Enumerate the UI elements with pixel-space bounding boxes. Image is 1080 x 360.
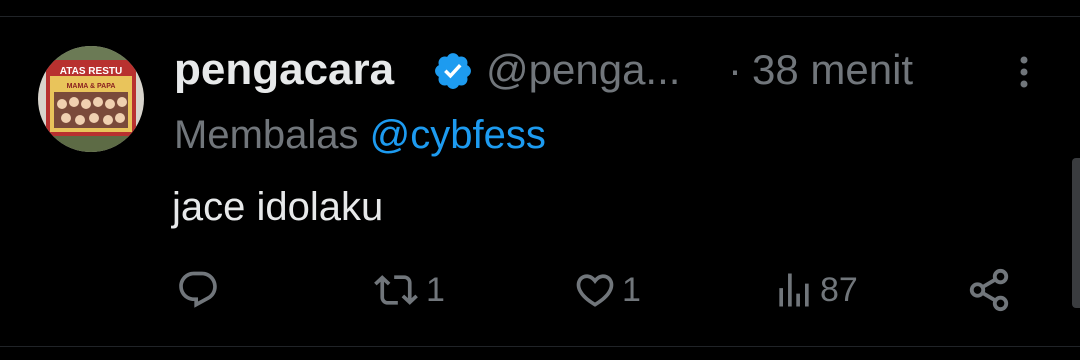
- tweet-header: pengacara @penga... · 38 menit: [174, 44, 1054, 96]
- replying-prefix: Membalas: [174, 113, 359, 157]
- retweet-button[interactable]: 1: [370, 264, 445, 316]
- like-button[interactable]: 1: [572, 264, 641, 316]
- views-button[interactable]: 87: [772, 264, 858, 316]
- avatar-logo-text: ATAS RESTU: [60, 66, 122, 77]
- heart-icon: [576, 274, 614, 307]
- avatar[interactable]: ATAS RESTU MAMA & PAPA: [38, 46, 144, 152]
- avatar-logo-subtext: MAMA & PAPA: [67, 83, 116, 90]
- more-options-icon[interactable]: [1012, 52, 1036, 92]
- reply-icon: [179, 271, 217, 308]
- bottom-divider: [0, 346, 1080, 347]
- display-name[interactable]: pengacara: [174, 44, 394, 96]
- retweet-count: 1: [426, 270, 445, 309]
- reply-button[interactable]: [176, 264, 220, 316]
- scrollbar-thumb[interactable]: [1072, 158, 1080, 308]
- timestamp[interactable]: 38 menit: [752, 44, 913, 96]
- tweet-text: jace idolaku: [172, 185, 384, 229]
- replying-to: Membalas @cybfess: [174, 110, 546, 160]
- handle[interactable]: @penga...: [486, 44, 680, 96]
- separator-dot: ·: [728, 46, 742, 93]
- top-divider: [0, 16, 1080, 17]
- retweet-icon: [374, 275, 418, 305]
- views-icon: [779, 273, 809, 307]
- share-icon: [969, 268, 1009, 312]
- verified-badge-icon: [435, 53, 471, 89]
- replying-mention-link[interactable]: @cybfess: [370, 113, 546, 157]
- views-count: 87: [820, 270, 858, 309]
- share-button[interactable]: [966, 264, 1012, 316]
- like-count: 1: [622, 270, 641, 309]
